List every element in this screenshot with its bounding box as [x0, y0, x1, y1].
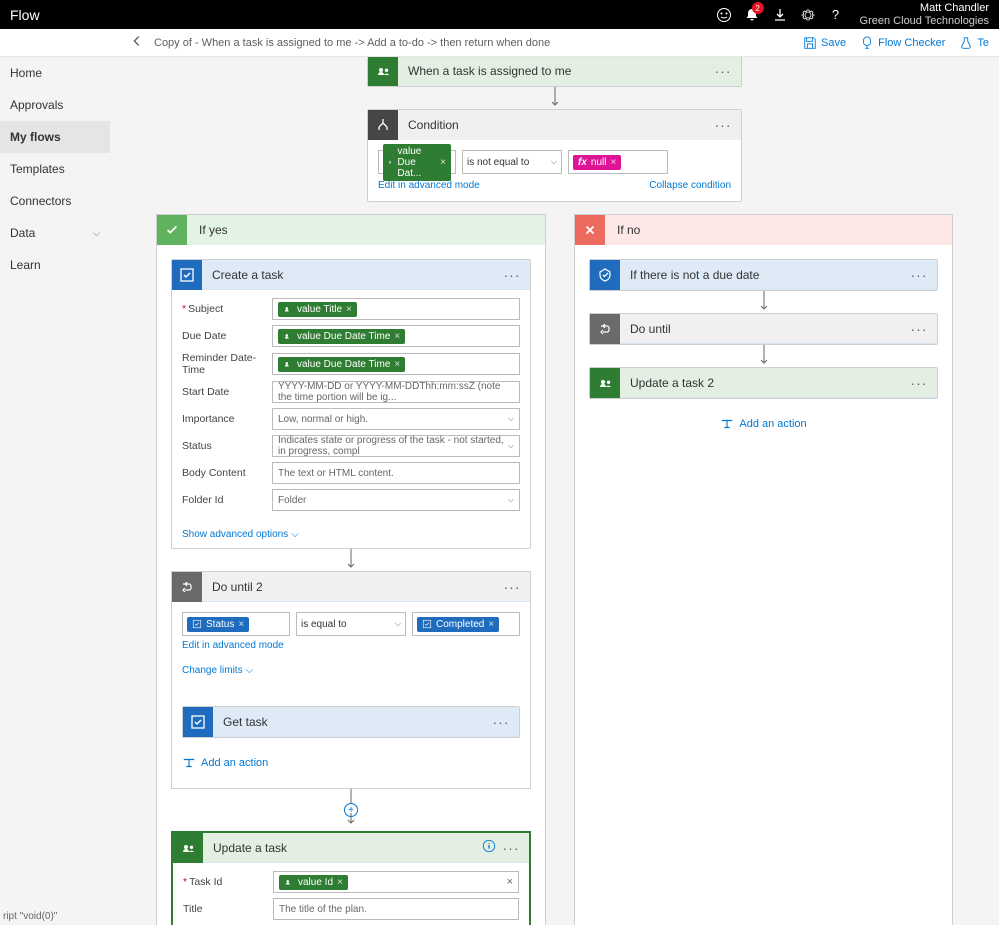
add-action-button[interactable]: Add an action [182, 756, 520, 770]
due-date-input[interactable]: value Due Date Time× [272, 325, 520, 347]
add-action-button[interactable]: Add an action [720, 417, 806, 431]
condition-left-operand[interactable]: value Due Dat...× [378, 150, 456, 174]
user-org: Green Cloud Technologies [860, 15, 989, 28]
sidebar-item-myflows[interactable]: My flows [0, 121, 110, 153]
remove-token-icon[interactable]: × [610, 157, 616, 168]
app-title: Flow [10, 7, 40, 23]
settings-icon[interactable] [794, 0, 822, 29]
task-icon [183, 707, 213, 737]
sidebar-item-home[interactable]: Home [0, 57, 110, 89]
breadcrumb: Copy of - When a task is assigned to me … [154, 37, 550, 49]
card-menu-icon[interactable]: ··· [907, 267, 931, 283]
arrow-connector [110, 87, 999, 109]
flow-checker-button[interactable]: Flow Checker [860, 36, 945, 50]
update-task-2-card[interactable]: Update a task 2 ··· [589, 367, 938, 399]
do-until-card[interactable]: Do until ··· [589, 313, 938, 345]
check-icon [157, 215, 187, 245]
condition-right-operand[interactable]: fxnull× [568, 150, 668, 174]
do-until-card[interactable]: Do until 2 ··· Status× is equal to⌵ Comp… [171, 571, 531, 789]
card-menu-icon[interactable]: ··· [499, 840, 523, 856]
branch-icon [368, 110, 398, 140]
dynamic-token: value Due Dat...× [383, 144, 451, 181]
remove-token-icon[interactable]: × [440, 157, 446, 168]
if-no-branch: If no If there is not a due date ··· Do … [574, 214, 953, 925]
folder-select[interactable]: Folder⌵ [272, 489, 520, 511]
subject-input[interactable]: value Title× [272, 298, 520, 320]
task-icon [172, 260, 202, 290]
card-title: Create a task [202, 268, 500, 282]
user-info[interactable]: Matt Chandler Green Cloud Technologies [850, 2, 989, 28]
loop-right-operand[interactable]: Completed× [412, 612, 520, 636]
sidebar-item-templates[interactable]: Templates [0, 153, 110, 185]
get-task-card[interactable]: Get task ··· [182, 706, 520, 738]
card-menu-icon[interactable]: ··· [711, 63, 735, 79]
card-menu-icon[interactable]: ··· [489, 714, 513, 730]
card-menu-icon[interactable]: ··· [500, 267, 524, 283]
teams-icon [173, 833, 203, 863]
trigger-title: When a task is assigned to me [398, 64, 711, 78]
status-bar: ript "void(0)" [3, 911, 57, 922]
sidebar-item-learn[interactable]: Learn [0, 249, 110, 281]
test-button[interactable]: Te [959, 36, 989, 50]
scope-card[interactable]: If there is not a due date ··· [589, 259, 938, 291]
sidebar-item-data[interactable]: Data⌵ [0, 217, 110, 249]
card-menu-icon[interactable]: ··· [907, 321, 931, 337]
collapse-condition-link[interactable]: Collapse condition [649, 180, 731, 191]
download-icon[interactable] [766, 0, 794, 29]
body-input[interactable]: The text or HTML content. [272, 462, 520, 484]
expression-token: fxnull× [573, 155, 621, 170]
task-id-input[interactable]: value Id×× [273, 871, 519, 893]
change-limits-link[interactable]: Change limits⌵ [182, 665, 253, 676]
loop-icon [172, 572, 202, 602]
edit-advanced-link[interactable]: Edit in advanced mode [182, 640, 520, 651]
condition-operator[interactable]: is not equal to⌵ [462, 150, 562, 174]
notif-badge: 2 [752, 2, 764, 14]
edit-advanced-link[interactable]: Edit in advanced mode [378, 180, 480, 191]
info-icon[interactable] [479, 839, 499, 856]
notifications-icon[interactable]: 2 [738, 0, 766, 29]
help-icon[interactable]: ? [822, 0, 850, 29]
start-date-input[interactable]: YYYY-MM-DD or YYYY-MM-DDThh:mm:ssZ (note… [272, 381, 520, 403]
loop-left-operand[interactable]: Status× [182, 612, 290, 636]
toolbar: Copy of - When a task is assigned to me … [0, 29, 999, 57]
loop-icon [590, 314, 620, 344]
clear-icon[interactable]: × [507, 876, 513, 888]
user-name: Matt Chandler [860, 2, 989, 15]
status-select[interactable]: Indicates state or progress of the task … [272, 435, 520, 457]
card-menu-icon[interactable]: ··· [907, 375, 931, 391]
card-menu-icon[interactable]: ··· [711, 117, 735, 133]
update-task-card[interactable]: Update a task ··· *Task Idvalue Id×× Tit… [171, 831, 531, 925]
trigger-card[interactable]: When a task is assigned to me ··· [367, 57, 742, 87]
condition-title: Condition [398, 118, 711, 132]
importance-select[interactable]: Low, normal or high.⌵ [272, 408, 520, 430]
chevron-down-icon: ⌵ [93, 228, 100, 239]
scope-icon [590, 260, 620, 290]
if-yes-branch: If yes Create a task ··· *Subjectvalue T… [156, 214, 546, 925]
condition-card[interactable]: Condition ··· value Due Dat...× is not e… [367, 109, 742, 202]
show-advanced-link[interactable]: Show advanced options ⌵ [172, 527, 309, 548]
x-icon [575, 215, 605, 245]
card-menu-icon[interactable]: ··· [500, 579, 524, 595]
teams-icon [368, 57, 398, 86]
branch-title: If no [605, 223, 640, 237]
sidebar-item-approvals[interactable]: Approvals [0, 89, 110, 121]
save-button[interactable]: Save [803, 36, 846, 50]
sidebar: Home Approvals My flows Templates Connec… [0, 57, 110, 925]
feedback-icon[interactable] [710, 0, 738, 29]
loop-operator[interactable]: is equal to⌵ [296, 612, 406, 636]
branch-title: If yes [187, 223, 228, 237]
create-task-card[interactable]: Create a task ··· *Subjectvalue Title× D… [171, 259, 531, 549]
reminder-input[interactable]: value Due Date Time× [272, 353, 520, 375]
top-bar: Flow 2 ? Matt Chandler Green Cloud Techn… [0, 0, 999, 29]
flow-canvas: When a task is assigned to me ··· Condit… [110, 57, 999, 925]
title-input[interactable]: The title of the plan. [273, 898, 519, 920]
teams-icon [590, 368, 620, 398]
sidebar-item-connectors[interactable]: Connectors [0, 185, 110, 217]
back-button[interactable] [130, 34, 144, 51]
